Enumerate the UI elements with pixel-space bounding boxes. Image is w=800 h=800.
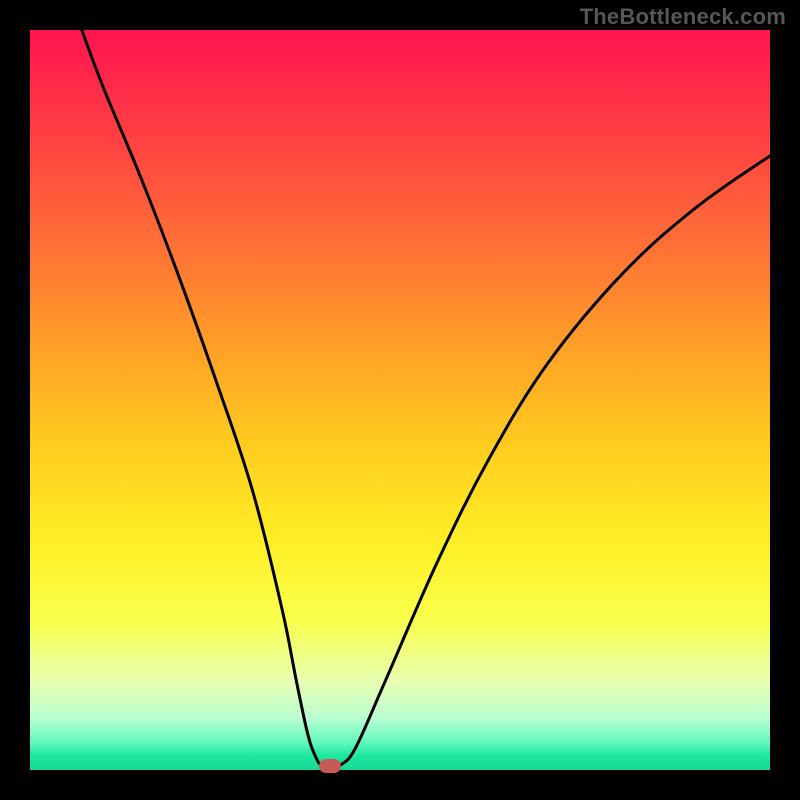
chart-frame: TheBottleneck.com: [0, 0, 800, 800]
plot-area: [30, 30, 770, 770]
minimum-marker: [319, 759, 341, 773]
bottleneck-curve: [30, 30, 770, 770]
watermark-text: TheBottleneck.com: [580, 4, 786, 30]
